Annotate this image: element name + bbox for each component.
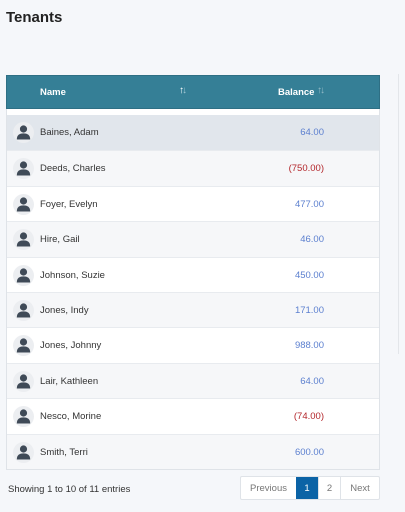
table-row[interactable]: Hire, Gail 46.00: [7, 221, 379, 257]
user-icon: [13, 122, 34, 143]
tenant-name: Lair, Kathleen: [40, 375, 99, 387]
pagination: Previous 1 2 Next: [240, 476, 380, 500]
tenant-balance: 450.00: [294, 269, 324, 281]
user-icon: [13, 229, 34, 251]
table-row[interactable]: Lair, Kathleen 64.00: [7, 362, 379, 399]
page-title: Tenants: [6, 9, 63, 26]
column-header-balance[interactable]: Balance: [278, 87, 314, 98]
page-2-button[interactable]: 2: [318, 477, 340, 499]
tenant-balance: 64.00: [300, 375, 324, 387]
user-icon: [13, 299, 34, 321]
table-row[interactable]: Deeds, Charles (750.00): [7, 150, 379, 186]
tenant-balance: (74.00): [293, 411, 324, 423]
user-icon: [13, 441, 34, 463]
tenant-balance: 600.00: [294, 446, 324, 458]
entries-info: Showing 1 to 10 of 11 entries: [8, 484, 131, 495]
tenant-name: Jones, Johnny: [40, 340, 102, 352]
table-row[interactable]: Johnson, Suzie 450.00: [7, 256, 379, 292]
next-page-button[interactable]: Next: [340, 477, 379, 499]
panel-divider: [398, 74, 399, 354]
sort-arrows-icon[interactable]: ↑↓: [317, 85, 325, 96]
previous-page-button[interactable]: Previous: [241, 477, 296, 499]
table-body: Baines, Adam 64.00 Deeds, Charles (750.00) F…: [7, 115, 379, 469]
tenant-name: Deeds, Charles: [40, 163, 106, 175]
table-row[interactable]: Jones, Johnny 988.00: [7, 327, 379, 362]
tenant-balance: 171.00: [294, 304, 324, 316]
tenant-name: Hire, Gail: [40, 234, 80, 246]
tenant-balance: 46.00: [300, 234, 324, 246]
page-1-button[interactable]: 1: [296, 477, 318, 499]
table-row[interactable]: Baines, Adam 64.00: [7, 115, 379, 151]
tenant-balance: 477.00: [294, 198, 324, 210]
tenants-table: Name ↑↓ Balance ↑↓ Baines, Adam 64.00 Deed…: [6, 75, 380, 470]
table-row[interactable]: Nesco, Morine (74.00): [7, 398, 379, 433]
tenant-name: Johnson, Suzie: [40, 269, 105, 281]
user-icon: [13, 193, 34, 215]
tenant-name: Nesco, Morine: [40, 411, 102, 423]
tenant-name: Smith, Terri: [40, 446, 88, 458]
table-row[interactable]: Jones, Indy 171.00: [7, 291, 379, 328]
user-icon: [13, 158, 34, 180]
tenant-name: Baines, Adam: [40, 127, 99, 138]
table-row[interactable]: Foyer, Evelyn 477.00: [7, 185, 379, 221]
column-header-name[interactable]: Name: [40, 87, 66, 98]
user-icon: [13, 335, 34, 357]
sort-arrows-icon[interactable]: ↑↓: [179, 85, 187, 96]
tenant-balance: 64.00: [300, 127, 324, 138]
table-row[interactable]: Smith, Terri 600.00: [7, 433, 379, 469]
tenant-name: Foyer, Evelyn: [40, 198, 98, 210]
tenant-name: Jones, Indy: [40, 304, 89, 316]
tenant-balance: (750.00): [288, 163, 324, 175]
user-icon: [13, 264, 34, 286]
user-icon: [13, 406, 34, 428]
table-header: Name ↑↓ Balance ↑↓: [6, 75, 380, 109]
tenant-balance: 988.00: [294, 340, 324, 352]
user-icon: [13, 370, 34, 392]
